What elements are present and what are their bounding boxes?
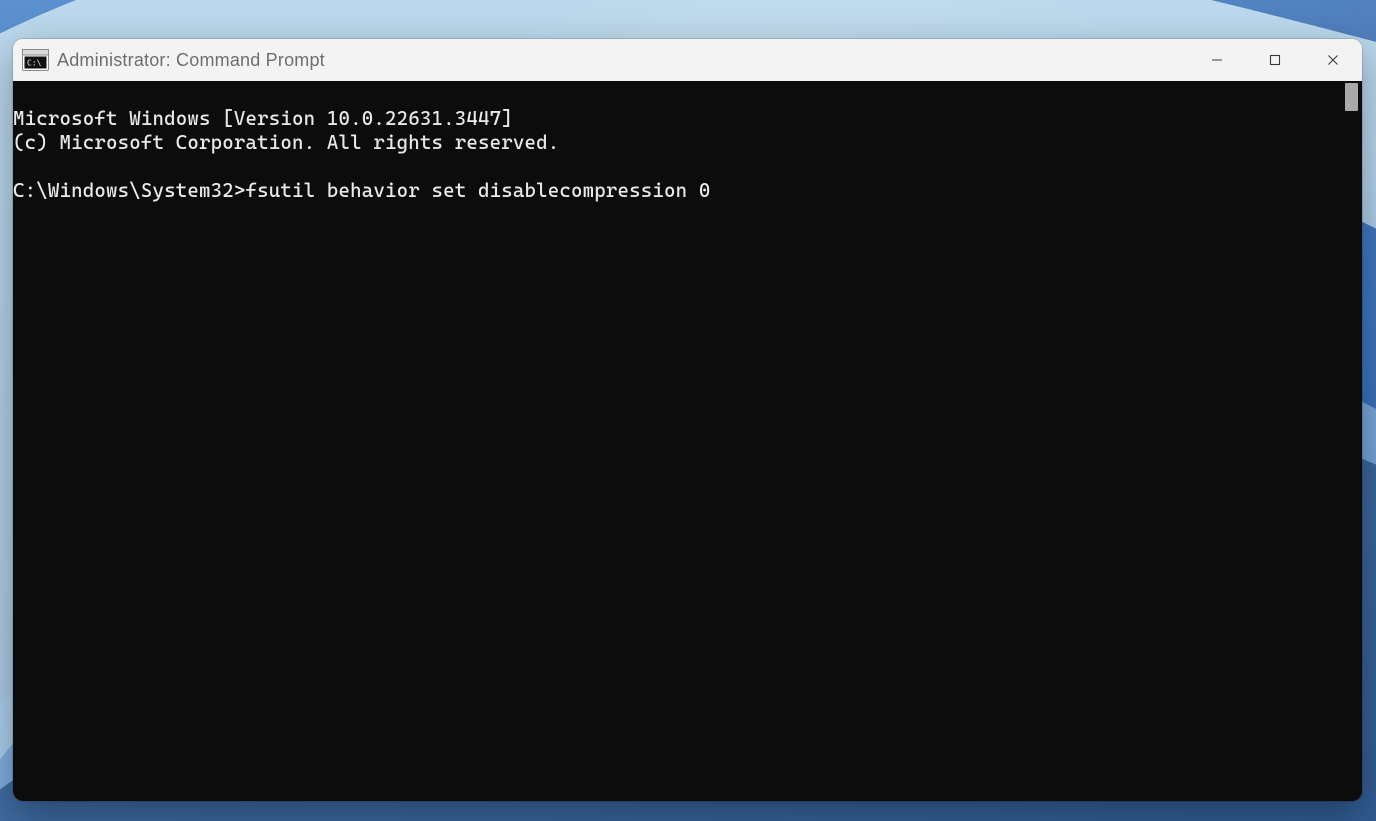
console-area[interactable]: Microsoft Windows [Version 10.0.22631.34…	[13, 81, 1362, 801]
console-prompt: C:\Windows\System32>	[13, 179, 246, 202]
maximize-button[interactable]	[1246, 39, 1304, 81]
console-command: fsutil behavior set disablecompression 0	[246, 179, 711, 202]
command-prompt-window: C:\ Administrator: Command Prompt Micros…	[13, 39, 1362, 801]
cmd-icon: C:\	[22, 49, 49, 71]
titlebar[interactable]: C:\ Administrator: Command Prompt	[13, 39, 1362, 81]
minimize-button[interactable]	[1188, 39, 1246, 81]
console-line-copyright: (c) Microsoft Corporation. All rights re…	[13, 131, 559, 154]
window-title: Administrator: Command Prompt	[57, 50, 325, 71]
svg-text:C:\: C:\	[27, 59, 42, 68]
console-line-version: Microsoft Windows [Version 10.0.22631.34…	[13, 107, 513, 130]
scrollbar-thumb[interactable]	[1345, 83, 1358, 111]
vertical-scrollbar[interactable]	[1338, 81, 1362, 801]
console-output[interactable]: Microsoft Windows [Version 10.0.22631.34…	[13, 81, 1338, 801]
close-button[interactable]	[1304, 39, 1362, 81]
